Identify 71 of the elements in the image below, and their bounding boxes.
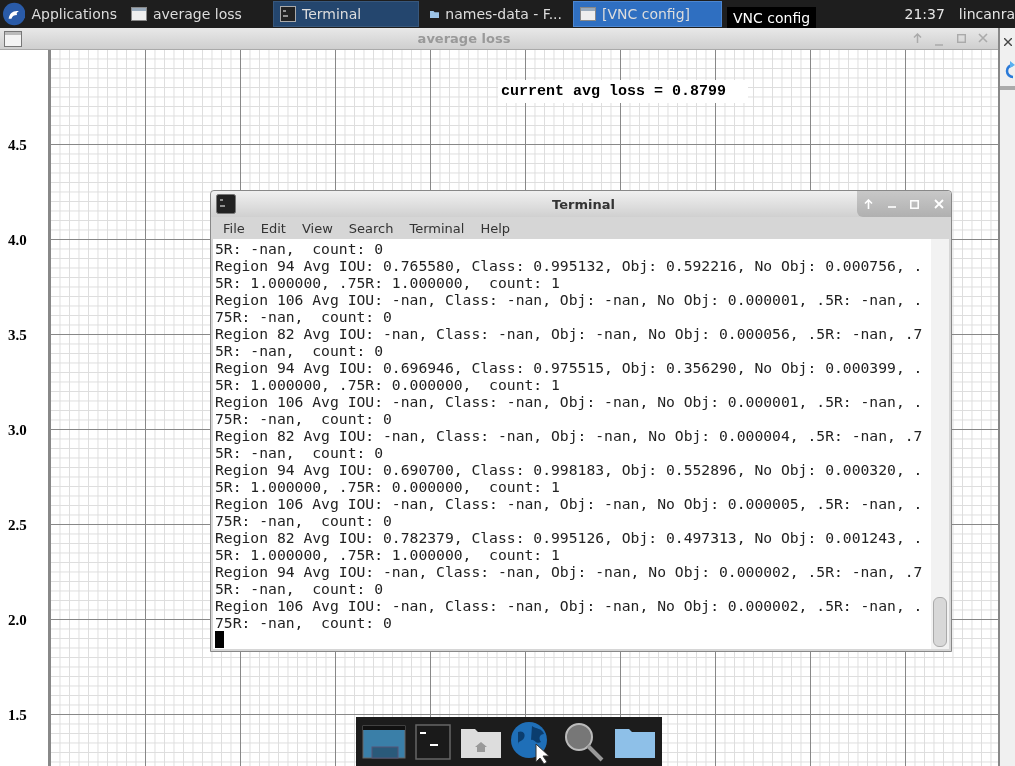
window-icon <box>4 30 22 47</box>
raise-button[interactable] <box>864 199 874 209</box>
dock-launcher[interactable] <box>562 720 605 763</box>
terminal-line: Region 82 Avg IOU: -nan, Class: -nan, Obj: -nan, No Obj: 0.000056, .5R: -nan, .7 <box>215 325 924 342</box>
task-button[interactable]: [VNC config] <box>573 1 722 27</box>
window-icon <box>131 7 147 21</box>
menu-item[interactable]: Search <box>340 220 402 236</box>
task-button[interactable]: Terminal <box>273 1 419 27</box>
maximize-icon <box>910 199 920 209</box>
terminal-line: 5R: 1.000000, .75R: 0.000000, count: 1 <box>215 376 561 393</box>
window-title: average loss <box>416 31 512 46</box>
terminal-line: Region 106 Avg IOU: -nan, Class: -nan, Obj: -nan, No Obj: 0.000002, .5R: -nan, . <box>215 597 924 614</box>
terminal-line: 75R: -nan, count: 0 <box>215 512 393 529</box>
loss-label: current avg loss = 0.8799 <box>498 80 749 103</box>
axis-label: 1.5 <box>7 706 28 725</box>
task-button[interactable]: names-data - F... <box>423 1 569 27</box>
close-icon <box>978 33 988 43</box>
logo-icon <box>3 2 26 26</box>
terminal-line: 5R: 1.000000, .75R: 1.000000, count: 1 <box>215 274 561 291</box>
terminal-icon <box>280 6 296 22</box>
window-icon <box>580 7 596 21</box>
up-arrow-icon <box>864 199 874 209</box>
terminal-line: 5R: 1.000000, .75R: 1.000000, count: 1 <box>215 546 561 563</box>
terminal-line: Region 82 Avg IOU: 0.782379, Class: 0.995126, Obj: 0.497313, No Obj: 0.001243, . <box>215 529 924 546</box>
desktop-icon <box>362 724 407 759</box>
dock-launcher[interactable] <box>415 723 451 760</box>
close-icon <box>933 199 944 209</box>
user-name: lincanra <box>957 6 1015 22</box>
menu-item[interactable]: File <box>215 220 253 236</box>
terminal-icon <box>415 723 451 760</box>
up-arrow-icon <box>912 33 922 43</box>
terminal-line: Region 94 Avg IOU: 0.696946, Class: 0.975515, Obj: 0.356290, No Obj: 0.000399, . <box>215 359 924 376</box>
terminal-line: Region 94 Avg IOU: 0.765580, Class: 0.995132, Obj: 0.592216, No Obj: 0.000756, . <box>215 257 924 274</box>
menu-item[interactable]: Help <box>472 220 519 236</box>
minimize-icon <box>887 206 896 208</box>
scrollbar-thumb[interactable] <box>933 597 947 647</box>
tooltip: VNC config <box>727 7 817 28</box>
axis-label: 2.5 <box>7 516 28 535</box>
axis-label: 3.0 <box>7 421 28 440</box>
maximize-button[interactable] <box>910 199 920 209</box>
search-icon <box>562 720 605 763</box>
axis-label: 4.5 <box>7 136 28 155</box>
task-button[interactable]: average loss <box>124 1 269 27</box>
clock: 21:37 <box>903 6 946 22</box>
terminal-line: 75R: -nan, count: 0 <box>215 410 393 427</box>
terminal-line: Region 94 Avg IOU: 0.690700, Class: 0.998183, Obj: 0.552896, No Obj: 0.000320, . <box>215 461 924 478</box>
menu-item[interactable]: View <box>293 220 341 236</box>
terminal-line: 75R: -nan, count: 0 <box>215 308 393 325</box>
terminal-line: Region 106 Avg IOU: -nan, Class: -nan, Obj: -nan, No Obj: 0.000001, .5R: -nan, . <box>215 291 924 308</box>
applications-menu[interactable]: Applications <box>0 1 124 27</box>
terminal-icon <box>216 194 236 215</box>
terminal-line: 5R: -nan, count: 0 <box>215 444 384 461</box>
terminal-line: Region 106 Avg IOU: -nan, Class: -nan, Obj: -nan, No Obj: 0.000001, .5R: -nan, . <box>215 393 924 410</box>
axis-label: 2.0 <box>7 611 28 630</box>
menu-item[interactable]: Terminal <box>401 220 473 236</box>
window-title: Terminal <box>551 196 616 212</box>
terminal-line: 5R: -nan, count: 0 <box>215 240 384 257</box>
terminal-line: 75R: -nan, count: 0 <box>215 614 393 631</box>
maximize-icon <box>956 34 966 43</box>
axis-label: 4.0 <box>7 231 28 250</box>
close-button[interactable] <box>933 199 944 209</box>
menu-item[interactable]: Edit <box>252 220 294 236</box>
text-cursor <box>215 631 224 648</box>
terminal-line: Region 82 Avg IOU: -nan, Class: -nan, Obj: -nan, No Obj: 0.000004, .5R: -nan, .7 <box>215 427 924 444</box>
close-icon[interactable] <box>1003 38 1012 46</box>
terminal-line: 5R: -nan, count: 0 <box>215 342 384 359</box>
axis-label: 3.5 <box>7 326 28 345</box>
terminal-line: 5R: -nan, count: 0 <box>215 580 384 597</box>
terminal-line: Region 94 Avg IOU: -nan, Class: -nan, Obj: -nan, No Obj: 0.000002, .5R: -nan, .7 <box>215 563 924 580</box>
terminal-line: 5R: 1.000000, .75R: 0.000000, count: 1 <box>215 478 561 495</box>
terminal-line: Region 106 Avg IOU: -nan, Class: -nan, Obj: -nan, No Obj: 0.000005, .5R: -nan, . <box>215 495 924 512</box>
